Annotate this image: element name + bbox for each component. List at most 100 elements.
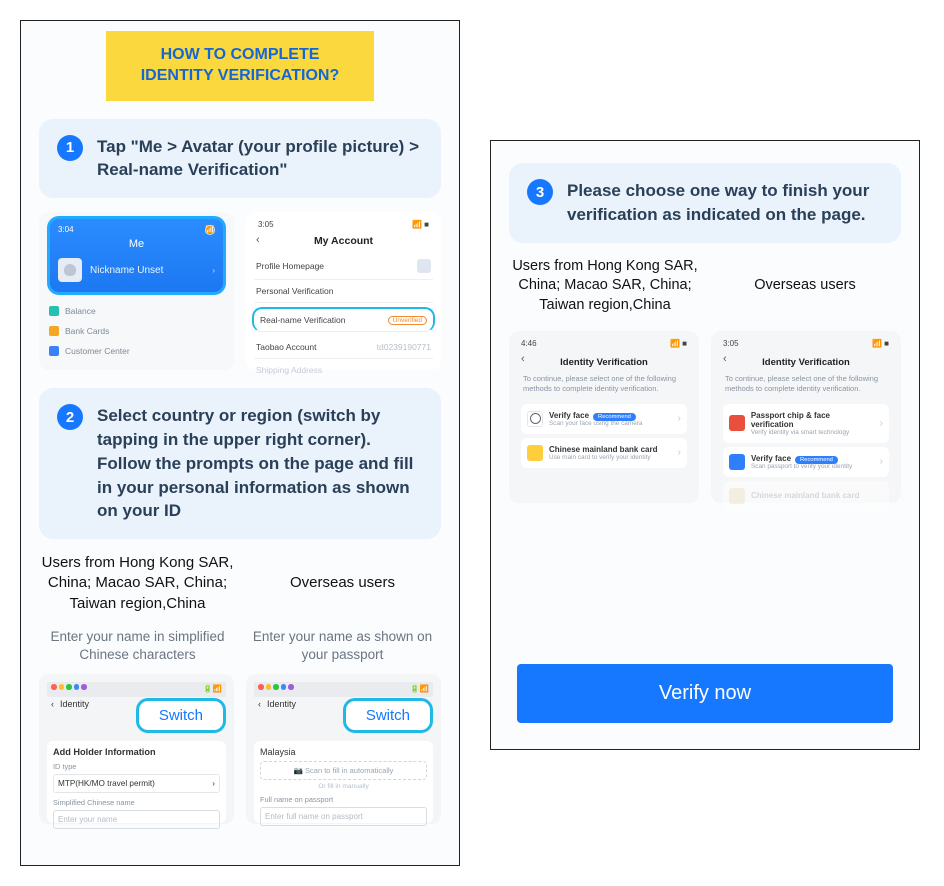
step-2-card: 2 Select country or region (switch by ta… [39, 388, 441, 539]
id-type-value: MTP(HK/MO travel permit) [58, 779, 155, 788]
chevron-right-icon: › [212, 779, 215, 788]
id-type-label: ID type [53, 762, 220, 771]
step-2-text: Select country or region (switch by tapp… [97, 404, 423, 523]
form-title-cn: Identity [60, 699, 89, 709]
verify-right-time: 3:05 [723, 339, 739, 348]
switch-button[interactable]: Switch [136, 698, 226, 733]
option-bank-card[interactable]: Chinese mainland bank card Use main card… [521, 438, 687, 468]
row-personal: Personal Verification [256, 286, 334, 296]
chevron-right-icon: › [678, 447, 681, 458]
r-opt1-title: Passport chip & face verification [751, 411, 874, 429]
id-type-select[interactable]: MTP(HK/MO travel permit) › [53, 774, 220, 793]
option-verify-face[interactable]: Verify faceRecommend Scan your face usin… [521, 404, 687, 434]
left-col-head-cn-users: Users from Hong Kong SAR, China; Macao S… [41, 553, 234, 614]
acct-time: 3:05 [258, 220, 274, 229]
right-col-head-overseas: Overseas users [754, 276, 856, 296]
balance-icon [49, 306, 59, 316]
verify-left-time: 4:46 [521, 339, 537, 348]
r-opt2-title: Verify face [751, 454, 791, 463]
left-col-sub-cn: Enter your name in simplified Chinese ch… [41, 628, 234, 664]
status-icons: 🔋📶 [203, 684, 222, 693]
verify-right-sub: To continue, please select one of the fo… [719, 374, 893, 400]
verify-left-sub: To continue, please select one of the fo… [517, 374, 691, 400]
chevron-right-icon: › [880, 418, 883, 429]
step-3-number: 3 [527, 179, 553, 205]
option-passport-chip[interactable]: Passport chip & face verification Verify… [723, 404, 889, 443]
chevron-right-icon: › [880, 456, 883, 467]
left-col-head-overseas: Overseas users [290, 573, 395, 593]
back-icon: ‹ [521, 353, 525, 365]
bank-card-icon [527, 445, 543, 461]
cn-name-label: Simplified Chinese name [53, 798, 220, 807]
step-3-card: 3 Please choose one way to finish your v… [509, 163, 901, 243]
option-bank-card[interactable]: Chinese mainland bank card [723, 481, 889, 511]
me-header-highlight: 3:04 📶 Me Nickname Unset › [47, 216, 226, 295]
bankcards-icon [49, 326, 59, 336]
back-icon: ‹ [256, 234, 260, 246]
bank-card-icon [729, 488, 745, 504]
back-icon: ‹ [258, 699, 261, 709]
me-title: Me [58, 238, 215, 250]
row-profile: Profile Homepage [256, 261, 324, 271]
row-taobao: Taobao Account [256, 342, 317, 352]
scan-hint[interactable]: 📷 Scan to fill in automatically [260, 761, 427, 780]
r-opt2-sub: Scan passport to verify your identity [751, 463, 852, 470]
r-opt1-sub: Verify identity via smart technology [751, 429, 874, 436]
screenshot-me-page: 3:04 📶 Me Nickname Unset › Balance [39, 212, 234, 370]
row-realname: Real-name Verification [260, 315, 346, 325]
banner-line2: IDENTITY VERIFICATION? [120, 66, 360, 87]
me-menu-list: Balance Bank Cards Customer Center [47, 301, 226, 361]
r-opt3-title: Chinese mainland bank card [751, 491, 859, 500]
step-1-text: Tap "Me > Avatar (your profile picture) … [97, 135, 423, 183]
screenshot-identity-form-overseas: 🔋📶 ‹Identity Switch Malaysia 📷 Scan to f… [246, 674, 441, 824]
step-1-number: 1 [57, 135, 83, 161]
form-title-ov: Identity [267, 699, 296, 709]
step-3-text: Please choose one way to finish your ver… [567, 179, 883, 227]
account-title: My Account [254, 235, 433, 253]
row-center: Customer Center [65, 346, 130, 356]
verify-now-button[interactable]: Verify now [517, 664, 893, 723]
back-icon: ‹ [723, 353, 727, 365]
back-icon: ‹ [51, 699, 54, 709]
passport-icon [729, 415, 745, 431]
instruction-frame-right: 3 Please choose one way to finish your v… [490, 140, 920, 750]
real-name-row-highlight: Real-name Verification Unverified [252, 307, 435, 332]
option-verify-face[interactable]: Verify faceRecommend Scan passport to ve… [723, 447, 889, 477]
passport-name-label: Full name on passport [260, 795, 427, 804]
switch-button[interactable]: Switch [343, 698, 433, 733]
row-shipping: Shipping Address [256, 365, 322, 375]
face-icon [527, 411, 543, 427]
screenshot-verification-cn: 4:46 📶 ■ ‹ Identity Verification To conti… [509, 331, 699, 503]
row-balance: Balance [65, 306, 96, 316]
status-icons: 🔋📶 [410, 684, 429, 693]
nickname-label: Nickname Unset [90, 265, 163, 276]
signal-icon: 📶 ■ [412, 220, 429, 229]
instruction-frame-left: HOW TO COMPLETE IDENTITY VERIFICATION? 1… [20, 20, 460, 866]
screenshot-my-account: 3:05 📶 ■ ‹ My Account Profile Homepage P… [246, 212, 441, 370]
profile-thumb [417, 259, 431, 273]
taobao-value: td0239190771 [377, 342, 431, 352]
chevron-right-icon: › [212, 266, 215, 275]
screenshot-verification-overseas: 3:05📶 ■ ‹ Identity Verification To conti… [711, 331, 901, 503]
opt1-sub: Scan your face using the camera [549, 420, 642, 427]
verify-right-title: Identity Verification [719, 354, 893, 374]
or-hint: Or fill in manually [260, 783, 427, 790]
chevron-right-icon: › [678, 413, 681, 424]
section-add-holder: Add Holder Information [53, 747, 220, 757]
me-time: 3:04 [58, 225, 74, 234]
avatar [58, 258, 82, 282]
passport-name-input[interactable]: Enter full name on passport [260, 807, 427, 826]
title-banner: HOW TO COMPLETE IDENTITY VERIFICATION? [106, 31, 374, 101]
opt2-sub: Use main card to verify your identity [549, 454, 657, 461]
screenshot-identity-form-cn: 🔋📶 ‹ Identity Switch Add Holder Informati… [39, 674, 234, 824]
step-2-number: 2 [57, 404, 83, 430]
signal-icon: 📶 ■ [670, 339, 687, 348]
unverified-badge: Unverified [388, 316, 427, 325]
face-icon [729, 454, 745, 470]
right-col-head-cn-users: Users from Hong Kong SAR, China; Macao S… [511, 257, 699, 316]
opt2-title: Chinese mainland bank card [549, 445, 657, 454]
verify-left-title: Identity Verification [517, 354, 691, 374]
customer-center-icon [49, 346, 59, 356]
cn-name-input[interactable]: Enter your name [53, 810, 220, 829]
banner-line1: HOW TO COMPLETE [120, 45, 360, 66]
